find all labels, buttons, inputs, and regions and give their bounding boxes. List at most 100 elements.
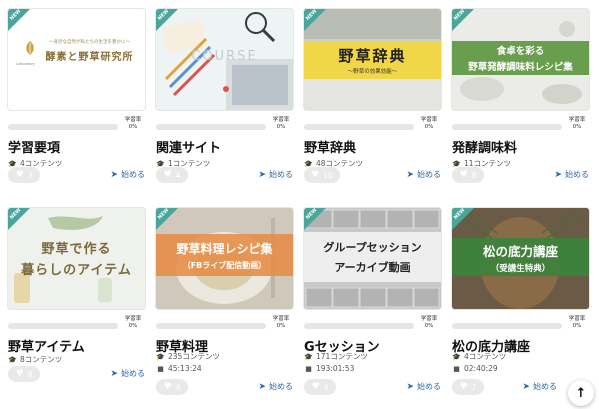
thumb-title: 野草料理レシピ集 xyxy=(176,241,273,256)
start-button[interactable]: ➤ 始める xyxy=(110,368,145,379)
like-button[interactable]: ♥ 8 xyxy=(8,366,40,382)
graduation-cap-icon: 🎓 xyxy=(156,352,165,361)
send-arrow-icon: ➤ xyxy=(406,169,414,180)
logo-label: Laboratory xyxy=(16,62,36,66)
progress-bar xyxy=(156,124,266,130)
thumb-subtitle: ～野草の効果効能～ xyxy=(347,69,398,75)
course-card-matsu-sokojikara[interactable]: 松の底力講座 （受講生特典） NEW 学習率 0% 松の底力講座 🎓 4コンテンツ … xyxy=(452,208,589,395)
scroll-to-top-button[interactable]: ↑ xyxy=(568,380,594,406)
thumb-subtitle: アーカイブ動画 xyxy=(334,261,411,274)
start-button[interactable]: ➤ 始める xyxy=(406,169,441,180)
progress-label: 学習率 0% xyxy=(420,117,438,130)
progress-row: 学習率 0% xyxy=(452,316,589,332)
thumb-title: COURSE xyxy=(191,49,258,64)
progress-bar xyxy=(156,323,266,329)
send-arrow-icon: ➤ xyxy=(110,169,118,180)
heart-icon: ♥ xyxy=(15,368,24,379)
thumb-subtitle: 野草発酵調味料レシピ集 xyxy=(468,62,573,73)
progress-label: 学習率 0% xyxy=(124,117,142,130)
progress-label: 学習率 0% xyxy=(124,316,142,329)
video-duration: ■ 193:01:53 xyxy=(305,364,355,373)
send-arrow-icon: ➤ xyxy=(258,381,266,392)
content-count: 🎓 4コンテンツ xyxy=(452,352,507,361)
course-card-kanren-site[interactable]: COURSE NEW 学習率 0% 関連サイト 🎓 1コンテンツ ♥ 4 ➤ 始める xyxy=(156,9,293,187)
video-camera-icon: ■ xyxy=(453,364,460,373)
start-button[interactable]: ➤ 始める xyxy=(406,381,441,392)
heart-icon: ♥ xyxy=(459,381,468,392)
course-card-yaso-ryori[interactable]: 野草料理レシピ集 （FBライブ配信動画） NEW 学習率 0% 野草料理 🎓 235… xyxy=(156,208,293,395)
course-thumbnail[interactable]: ～身近な自然が私たちの生活を豊かに～ 酵素と野草研究所 Laboratory N… xyxy=(8,9,145,110)
start-button[interactable]: ➤ 始める xyxy=(258,169,293,180)
course-thumbnail[interactable]: 松の底力講座 （受講生特典） NEW xyxy=(452,208,589,309)
progress-label: 学習率 0% xyxy=(420,316,438,329)
course-thumbnail[interactable]: 野草料理レシピ集 （FBライブ配信動画） NEW xyxy=(156,208,293,309)
send-arrow-icon: ➤ xyxy=(522,381,530,392)
start-button[interactable]: ➤ 始める xyxy=(522,381,557,392)
progress-label: 学習率 0% xyxy=(568,117,586,130)
progress-row: 学習率 0% xyxy=(304,316,441,332)
content-count: 🎓 235コンテンツ xyxy=(156,352,220,361)
course-grid: ～身近な自然が私たちの生活を豊かに～ 酵素と野草研究所 Laboratory N… xyxy=(0,0,599,409)
progress-bar xyxy=(452,323,562,329)
like-button[interactable]: ♥ 3 xyxy=(8,167,40,183)
progress-row: 学習率 0% xyxy=(156,117,293,133)
thumb-title: 食卓を彩る xyxy=(496,46,545,57)
start-button[interactable]: ➤ 始める xyxy=(258,381,293,392)
progress-bar xyxy=(304,124,414,130)
thumb-title: 野草辞典 xyxy=(338,47,407,65)
start-button[interactable]: ➤ 始める xyxy=(110,169,145,180)
heart-icon: ♥ xyxy=(163,169,172,180)
heart-icon: ♥ xyxy=(15,169,24,180)
course-card-yaso-jiten[interactable]: 野草辞典 ～野草の効果効能～ NEW 学習率 0% 野草辞典 🎓 48コンテンツ ♥… xyxy=(304,9,441,187)
course-card-yaso-item[interactable]: 野草で作る 暮らしのアイテム NEW 学習率 0% 野草アイテム 🎓 8コンテンツ … xyxy=(8,208,145,386)
course-title[interactable]: 野草アイテム xyxy=(8,336,85,355)
like-button[interactable]: ♥ 10 xyxy=(304,167,340,183)
like-button[interactable]: ♥ 4 xyxy=(156,379,188,395)
thumb-subtitle: 暮らしのアイテム xyxy=(21,263,132,278)
send-arrow-icon: ➤ xyxy=(258,169,266,180)
send-arrow-icon: ➤ xyxy=(110,368,118,379)
send-arrow-icon: ➤ xyxy=(406,381,414,392)
thumb-title: 松の底力講座 xyxy=(482,243,558,259)
like-button[interactable]: ♥ 8 xyxy=(452,167,484,183)
course-title[interactable]: 学習要項 xyxy=(8,137,60,156)
course-title[interactable]: 発酵調味料 xyxy=(452,137,517,156)
course-card-hakko-chomiryo[interactable]: 食卓を彩る 野草発酵調味料レシピ集 NEW 学習率 0% 発酵調味料 🎓 11コンテ… xyxy=(452,9,589,187)
graduation-cap-icon: 🎓 xyxy=(452,352,461,361)
graduation-cap-icon: 🎓 xyxy=(8,355,17,364)
like-button[interactable]: ♥ 7 xyxy=(452,379,484,395)
start-button[interactable]: ➤ 始める xyxy=(554,169,589,180)
progress-bar xyxy=(304,323,414,329)
progress-bar xyxy=(8,323,118,329)
course-thumbnail[interactable]: 野草辞典 ～野草の効果効能～ NEW xyxy=(304,9,441,110)
progress-label: 学習率 0% xyxy=(568,316,586,329)
progress-row: 学習率 0% xyxy=(8,117,145,133)
course-card-g-session[interactable]: グループセッション アーカイブ動画 NEW 学習率 0% Gセッション 🎓 171コ… xyxy=(304,208,441,395)
course-thumbnail[interactable]: COURSE NEW xyxy=(156,9,293,110)
thumb-title: グループセッション xyxy=(323,241,422,254)
course-card-gakushu-yoko[interactable]: ～身近な自然が私たちの生活を豊かに～ 酵素と野草研究所 Laboratory N… xyxy=(8,9,145,187)
arrow-up-icon: ↑ xyxy=(575,385,587,401)
course-title[interactable]: 野草辞典 xyxy=(304,137,356,156)
like-button[interactable]: ♥ 4 xyxy=(156,167,188,183)
thumb-title: 酵素と野草研究所 xyxy=(45,52,134,63)
like-button[interactable]: ♥ 4 xyxy=(304,379,336,395)
graduation-cap-icon: 🎓 xyxy=(304,352,313,361)
course-thumbnail[interactable]: 野草で作る 暮らしのアイテム NEW xyxy=(8,208,145,309)
heart-icon: ♥ xyxy=(459,169,468,180)
video-camera-icon: ■ xyxy=(157,364,164,373)
thumb-subtitle: （FBライブ配信動画） xyxy=(182,260,267,270)
progress-row: 学習率 0% xyxy=(156,316,293,332)
progress-bar xyxy=(452,124,562,130)
heart-icon: ♥ xyxy=(311,169,320,180)
progress-row: 学習率 0% xyxy=(304,117,441,133)
course-title[interactable]: 関連サイト xyxy=(156,137,221,156)
course-thumbnail[interactable]: 食卓を彩る 野草発酵調味料レシピ集 NEW xyxy=(452,9,589,110)
thumb-subtitle: ～身近な自然が私たちの生活を豊かに～ xyxy=(49,40,130,45)
video-duration: ■ 02:40:29 xyxy=(453,364,498,373)
progress-label: 学習率 0% xyxy=(272,316,290,329)
course-thumbnail[interactable]: グループセッション アーカイブ動画 NEW xyxy=(304,208,441,309)
heart-icon: ♥ xyxy=(311,381,320,392)
progress-bar xyxy=(8,124,118,130)
progress-row: 学習率 0% xyxy=(8,316,145,332)
